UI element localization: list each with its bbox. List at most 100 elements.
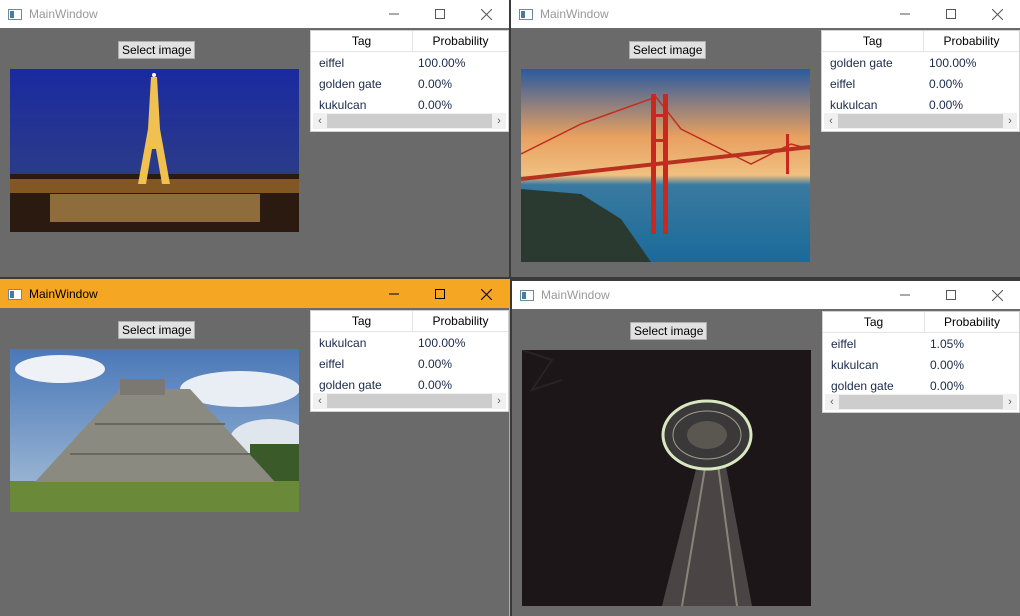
maximize-button[interactable]: [928, 281, 974, 309]
tag-cell: eiffel: [830, 76, 856, 91]
column-header-tag[interactable]: Tag: [823, 312, 925, 332]
table-header: Tag Probability: [823, 312, 1019, 333]
tag-cell: kukulcan: [830, 97, 878, 112]
results-table[interactable]: Tag Probability golden gate 100.00% eiffe…: [821, 30, 1020, 132]
scroll-left-icon[interactable]: ‹: [313, 115, 327, 127]
horizontal-scrollbar[interactable]: ‹ ›: [313, 393, 506, 409]
column-header-tag[interactable]: Tag: [311, 311, 413, 331]
horizontal-scrollbar[interactable]: ‹ ›: [313, 113, 506, 129]
scroll-right-icon[interactable]: ›: [492, 115, 506, 127]
scroll-right-icon[interactable]: ›: [1003, 396, 1017, 408]
probability-cell: 1.05%: [930, 336, 965, 351]
close-button[interactable]: [463, 280, 509, 308]
main-window-kukulcan: MainWindow Select image Tag Probability …: [0, 279, 510, 616]
main-window-eiffel: MainWindow Select image Tag Probability: [0, 0, 509, 277]
tag-cell: eiffel: [319, 55, 345, 70]
table-row[interactable]: golden gate 0.00%: [311, 374, 508, 395]
results-table[interactable]: Tag Probability eiffel 100.00% golden gat…: [310, 30, 509, 132]
window-title: MainWindow: [29, 7, 98, 21]
horizontal-scrollbar[interactable]: ‹ ›: [825, 394, 1017, 410]
window-title: MainWindow: [29, 287, 98, 301]
maximize-icon: [435, 289, 445, 299]
scroll-thumb[interactable]: [839, 395, 1003, 409]
select-image-button[interactable]: Select image: [118, 321, 196, 339]
tag-cell: golden gate: [319, 377, 382, 392]
maximize-button[interactable]: [417, 280, 463, 308]
scroll-thumb[interactable]: [838, 114, 1003, 128]
column-header-tag[interactable]: Tag: [311, 31, 413, 51]
main-window-golden-gate: MainWindow Select image Tag Probability …: [511, 0, 1020, 277]
column-header-probability[interactable]: Probability: [924, 31, 1019, 51]
tag-cell: kukulcan: [319, 335, 367, 350]
maximize-button[interactable]: [928, 0, 974, 28]
preview-image: [10, 349, 299, 512]
tag-cell: kukulcan: [319, 97, 367, 112]
maximize-button[interactable]: [417, 0, 463, 28]
table-row[interactable]: golden gate 0.00%: [823, 375, 1019, 396]
close-button[interactable]: [974, 281, 1020, 309]
scroll-left-icon[interactable]: ‹: [824, 115, 838, 127]
column-header-probability[interactable]: Probability: [925, 312, 1019, 332]
close-button[interactable]: [974, 0, 1020, 28]
window-title: MainWindow: [540, 7, 609, 21]
title-bar[interactable]: MainWindow: [511, 0, 1020, 28]
minimize-icon: [900, 13, 910, 15]
close-button[interactable]: [463, 0, 509, 28]
app-icon: [8, 288, 22, 300]
scroll-left-icon[interactable]: ‹: [825, 396, 839, 408]
tag-cell: golden gate: [319, 76, 382, 91]
table-row[interactable]: eiffel 1.05%: [823, 333, 1019, 354]
column-header-tag[interactable]: Tag: [822, 31, 924, 51]
minimize-button[interactable]: [882, 0, 928, 28]
probability-cell: 0.00%: [418, 97, 453, 112]
probability-cell: 0.00%: [418, 377, 453, 392]
title-bar[interactable]: MainWindow: [0, 280, 509, 308]
table-row[interactable]: kukulcan 0.00%: [822, 94, 1019, 115]
table-row[interactable]: kukulcan 100.00%: [311, 332, 508, 353]
title-bar[interactable]: MainWindow: [0, 0, 509, 28]
probability-cell: 0.00%: [929, 76, 964, 91]
scroll-left-icon[interactable]: ‹: [313, 395, 327, 407]
main-window-space-needle: MainWindow Select image Tag Probability …: [512, 281, 1020, 616]
scroll-thumb[interactable]: [327, 394, 492, 408]
scroll-thumb[interactable]: [327, 114, 492, 128]
preview-image: [522, 350, 811, 606]
probability-cell: 0.00%: [929, 97, 964, 112]
probability-cell: 100.00%: [418, 335, 466, 350]
maximize-icon: [946, 290, 956, 300]
tag-cell: eiffel: [319, 356, 345, 371]
minimize-icon: [389, 293, 399, 295]
probability-cell: 0.00%: [930, 378, 965, 393]
table-row[interactable]: eiffel 0.00%: [311, 353, 508, 374]
probability-cell: 0.00%: [418, 76, 453, 91]
table-row[interactable]: eiffel 100.00%: [311, 52, 508, 73]
table-header: Tag Probability: [311, 31, 508, 52]
table-row[interactable]: eiffel 0.00%: [822, 73, 1019, 94]
table-row[interactable]: kukulcan 0.00%: [823, 354, 1019, 375]
title-bar[interactable]: MainWindow: [512, 281, 1020, 309]
close-icon: [991, 289, 1003, 301]
select-image-button[interactable]: Select image: [118, 41, 196, 59]
minimize-button[interactable]: [371, 280, 417, 308]
close-icon: [480, 288, 492, 300]
select-image-button[interactable]: Select image: [629, 41, 707, 59]
table-row[interactable]: golden gate 100.00%: [822, 52, 1019, 73]
results-table[interactable]: Tag Probability kukulcan 100.00% eiffel 0.…: [310, 310, 509, 412]
select-image-button[interactable]: Select image: [630, 322, 708, 340]
column-header-probability[interactable]: Probability: [413, 311, 508, 331]
scroll-right-icon[interactable]: ›: [1003, 115, 1017, 127]
close-icon: [480, 8, 492, 20]
maximize-icon: [946, 9, 956, 19]
preview-image: [521, 69, 810, 262]
scroll-right-icon[interactable]: ›: [492, 395, 506, 407]
probability-cell: 100.00%: [929, 55, 977, 70]
minimize-button[interactable]: [882, 281, 928, 309]
table-row[interactable]: kukulcan 0.00%: [311, 94, 508, 115]
results-table[interactable]: Tag Probability eiffel 1.05% kukulcan 0.00…: [822, 311, 1020, 413]
app-icon: [8, 8, 22, 20]
minimize-button[interactable]: [371, 0, 417, 28]
table-row[interactable]: golden gate 0.00%: [311, 73, 508, 94]
close-icon: [991, 8, 1003, 20]
horizontal-scrollbar[interactable]: ‹ ›: [824, 113, 1017, 129]
column-header-probability[interactable]: Probability: [413, 31, 508, 51]
